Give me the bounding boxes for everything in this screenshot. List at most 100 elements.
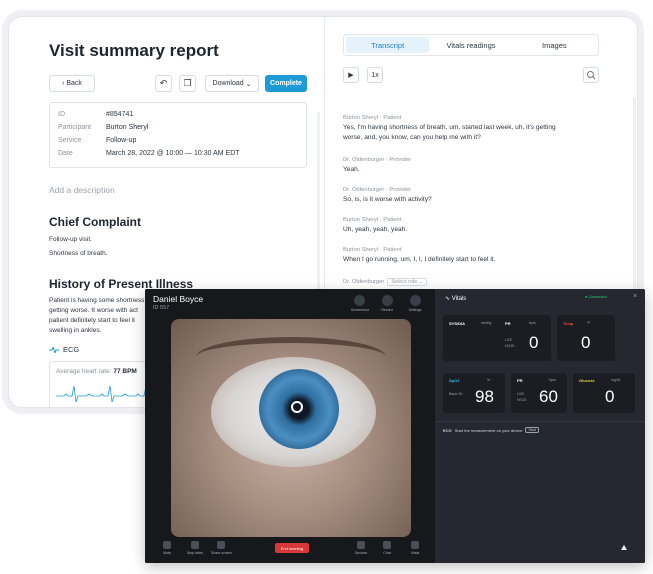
chat-label: Chat	[383, 551, 391, 555]
share-screen-icon	[217, 541, 225, 549]
chief-complaint-line: Follow-up visit.	[49, 236, 92, 243]
vital-unit-bpm: bpm	[529, 321, 536, 325]
vitals-button[interactable]: Vitals	[405, 541, 425, 555]
speaker-name: Dr. Oldenburger	[343, 157, 385, 163]
record-label: Record	[381, 308, 393, 312]
screenshot-button[interactable]: Screenshot	[351, 295, 369, 312]
vitals-label: Vitals	[410, 551, 420, 555]
connection-status: ● Connected	[585, 295, 607, 299]
complete-button[interactable]: Complete	[265, 75, 307, 92]
speaker-name: Burton Sheryl	[343, 115, 379, 121]
transcript-message: Burton Sheryl · Patient Yes, I'm having …	[343, 115, 563, 143]
vital-label-pr: PR	[505, 321, 511, 326]
connection-status-text: Connected	[588, 295, 607, 299]
settings-button[interactable]: Settings	[407, 295, 423, 312]
speaker-role: Patient	[383, 115, 402, 121]
ecg-icon	[49, 346, 59, 353]
vital-label: PR	[517, 378, 523, 383]
share-screen-button[interactable]: Share screen	[211, 541, 232, 555]
hpi-line: getting worse. It worse with act	[49, 307, 138, 314]
back-button[interactable]: ‹ Back	[49, 75, 95, 92]
meta-value: March 28, 2022 @ 10:00 — 10:30 AM EDT	[106, 150, 240, 157]
select-role-dropdown[interactable]: Select role ⌄	[387, 278, 428, 286]
page-title: Visit summary report	[49, 41, 219, 60]
eye-glint	[291, 401, 303, 413]
chat-button[interactable]: Chat	[377, 541, 397, 555]
select-role-label: Select role	[391, 279, 418, 285]
hr-label: Average heart rate:	[56, 368, 112, 375]
message-text: So, is, is it worse with activity?	[343, 196, 432, 203]
copy-icon: ❐	[183, 78, 192, 88]
vital-unit: °F	[587, 321, 591, 325]
vital-unit: mg/dL	[611, 378, 621, 382]
transcript-message: Burton Sheryl · Patient Uh, yeah, yeah, …	[343, 217, 563, 235]
vital-card-pr: PR bpm L/30 H/120 60	[511, 373, 567, 413]
start-ecg-button[interactable]: Start	[525, 427, 539, 433]
meta-row-participant: Participant Burton Sheryl	[58, 121, 298, 134]
hpi-line: Patient is having some shortness	[49, 297, 145, 304]
stop-video-button[interactable]: Stop video	[185, 541, 205, 555]
tab-transcript[interactable]: Transcript	[346, 37, 430, 53]
meta-value: Follow-up	[106, 137, 137, 144]
patient-video-feed	[171, 319, 411, 537]
meta-value: Burton Sheryl	[106, 124, 149, 131]
speaker-role: Provider	[389, 187, 411, 193]
average-heart-rate: Average heart rate: 77 BPM	[56, 368, 137, 375]
message-text: Uh, yeah, yeah, yeah.	[343, 226, 408, 233]
record-icon	[381, 295, 393, 306]
vital-unit: bpm	[549, 378, 556, 382]
vital-value: 0	[581, 333, 591, 352]
video-panel: Daniel Boyce ID 557 Screenshot Record Se…	[145, 289, 435, 563]
vitals-title-text: Vitals	[451, 296, 467, 302]
vital-sub: Basic 90	[449, 392, 463, 396]
screenshot-label: Screenshot	[351, 308, 369, 312]
speed-button[interactable]: 1x	[367, 67, 383, 83]
vital-unit: mmHg	[481, 321, 492, 325]
message-text: Yeah.	[343, 166, 360, 173]
transcript-message: Burton Sheryl · Patient When I go runnin…	[343, 247, 563, 265]
panel-tabs: Transcript Vitals readings Images	[343, 34, 599, 56]
vital-label: SpO2	[449, 378, 460, 383]
transcript-message: Dr. Oldenburger · Provider So, is, is it…	[343, 187, 563, 205]
hpi-line: patient definitely start to feel it	[49, 317, 135, 324]
copy-button[interactable]: ❐	[179, 75, 196, 92]
undo-button[interactable]: ↶	[155, 75, 172, 92]
meta-value: #854741	[106, 111, 134, 118]
video-call-window: Daniel Boyce ID 557 Screenshot Record Se…	[145, 289, 645, 563]
devices-button[interactable]: Devices	[351, 541, 371, 555]
meta-row-id: ID #854741	[58, 108, 298, 121]
pulse-icon: ∿	[445, 296, 452, 302]
camera-icon	[353, 295, 365, 306]
message-text: When I go running, um, I, I, I definitel…	[343, 256, 496, 263]
description-input[interactable]: Add a description	[49, 185, 115, 195]
close-icon[interactable]: ×	[633, 293, 637, 300]
chat-icon	[383, 541, 391, 549]
mute-label: Mute	[163, 551, 171, 555]
vital-value: 60	[539, 387, 558, 406]
caller-id: ID 557	[153, 305, 170, 311]
mute-button[interactable]: Mute	[157, 541, 177, 555]
devices-icon	[357, 541, 365, 549]
meta-row-service: Service Follow-up	[58, 134, 298, 147]
vitals-icon	[411, 541, 419, 549]
vitals-panel: ∿ Vitals ● Connected × SYS/DIA mmHg PR b…	[435, 289, 645, 563]
download-button[interactable]: Download ⌄	[205, 75, 259, 92]
message-text: Yes, I'm having shortness of breath, um,…	[343, 124, 556, 141]
devices-label: Devices	[354, 551, 368, 555]
vital-label: Glucose	[579, 378, 595, 383]
meta-key: Participant	[58, 124, 92, 131]
tab-vitals-readings[interactable]: Vitals readings	[429, 37, 512, 53]
vital-value: 98	[475, 387, 494, 406]
record-button[interactable]: Record	[379, 295, 395, 312]
vital-label: SYS/DIA	[449, 321, 466, 326]
search-button[interactable]	[583, 67, 599, 83]
chief-complaint-heading: Chief Complaint	[49, 215, 141, 229]
hpi-line: swelling in ankles.	[49, 327, 102, 334]
meta-row-date: Date March 28, 2022 @ 10:00 — 10:30 AM E…	[58, 147, 298, 160]
play-button[interactable]: ▶	[343, 67, 359, 83]
hr-value: 77 BPM	[113, 368, 137, 375]
vital-card-bp: SYS/DIA mmHg PR bpm L/20 H/120 0	[443, 315, 551, 361]
stop-video-label: Stop video	[186, 551, 204, 555]
end-meeting-button[interactable]: End meeting	[275, 543, 309, 553]
tab-images[interactable]: Images	[513, 37, 596, 53]
